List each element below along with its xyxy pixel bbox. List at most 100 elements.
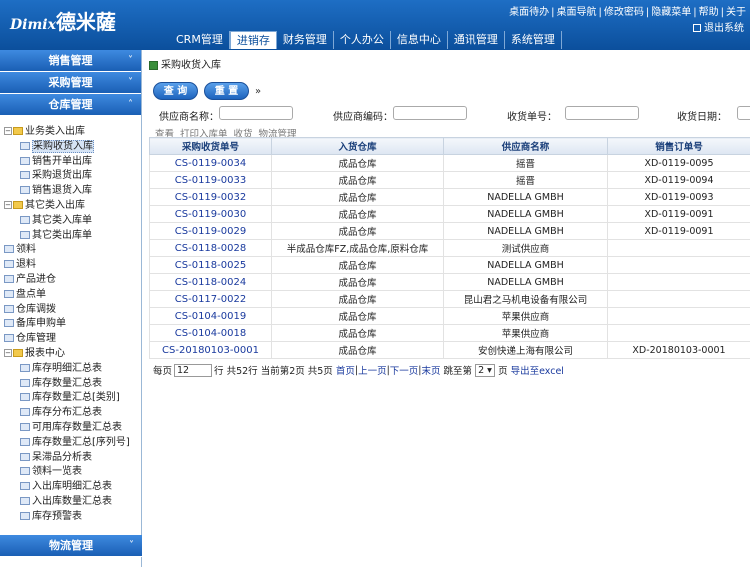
nav-tab[interactable]: CRM管理 (170, 31, 230, 49)
tree-item-label: 库存预警表 (32, 510, 82, 522)
table-row[interactable]: CS-0119-0033 成品仓库 摇晋 XD-0119-0094 (149, 171, 750, 189)
expand-filters-icon[interactable]: » (255, 86, 261, 97)
tree-item[interactable]: 产品进仓 (4, 273, 140, 288)
receipt-number-link[interactable]: CS-0104-0018 (149, 324, 272, 342)
receipt-number-link[interactable]: CS-0118-0025 (149, 256, 272, 274)
table-row[interactable]: CS-20180103-0001 成品仓库 安创快递上海有限公司 XD-2018010… (149, 341, 750, 359)
receipt-no-input[interactable] (565, 106, 639, 120)
sidebar-section[interactable]: 销售管理 ˅ (0, 50, 141, 72)
query-button[interactable]: 查 询 (153, 82, 198, 100)
table-cell (607, 273, 750, 291)
first-page-link[interactable]: 首页 (336, 363, 355, 377)
table-row[interactable]: CS-0118-0025 成品仓库 NADELLA GMBH (149, 256, 750, 274)
tree-item[interactable]: 库存数量汇总[序列号] (4, 436, 140, 451)
document-icon (20, 186, 30, 195)
tree-item[interactable]: 仓库调拨 (4, 303, 140, 318)
table-row[interactable]: CS-0118-0028 半成品仓库FZ,成品仓库,原料仓库 测试供应商 (149, 239, 750, 257)
tree-item[interactable]: 入出库明细汇总表 (4, 480, 140, 495)
tree-item[interactable]: − 业务类入出库 (4, 125, 140, 140)
tree-item[interactable]: 领料一览表 (4, 465, 140, 480)
column-header[interactable]: 供应商名称 (443, 137, 608, 155)
collapse-icon[interactable]: − (4, 127, 12, 135)
receipt-number-link[interactable]: CS-0118-0028 (149, 239, 272, 257)
column-header[interactable]: 采购收货单号 (149, 137, 272, 155)
table-cell: XD-0119-0094 (607, 171, 750, 189)
tree-item[interactable]: 呆滞品分析表 (4, 451, 140, 466)
tree-item[interactable]: 仓库管理 (4, 332, 140, 347)
document-icon (20, 511, 30, 520)
tree-item[interactable]: 领料 (4, 243, 140, 258)
nav-tab[interactable]: 财务管理 (277, 31, 334, 49)
tree-item[interactable]: 库存预警表 (4, 510, 140, 525)
collapse-icon[interactable]: − (4, 348, 12, 357)
collapse-icon[interactable]: − (4, 200, 12, 209)
table-row[interactable]: CS-0118-0024 成品仓库 NADELLA GMBH (149, 273, 750, 291)
sidebar-section-logistics[interactable]: 物流管理 ˅ (0, 535, 142, 557)
receipt-number-link[interactable]: CS-0119-0033 (149, 171, 272, 189)
top-link[interactable]: 帮助 (699, 7, 719, 18)
prev-page-link[interactable]: 上一页 (358, 363, 387, 377)
supplier-name-input[interactable] (219, 106, 293, 120)
nav-tab[interactable]: 进销存 (229, 31, 277, 49)
table-row[interactable]: CS-0119-0029 成品仓库 NADELLA GMBH XD-0119-0091 (149, 222, 750, 240)
receipt-number-link[interactable]: CS-0119-0029 (149, 222, 272, 240)
table-row[interactable]: CS-0117-0022 成品仓库 昆山君之马机电设备有限公司 (149, 290, 750, 308)
column-header[interactable]: 销售订单号 (607, 137, 750, 155)
page-unit: 页 (498, 366, 508, 377)
top-link[interactable]: 隐藏菜单 (651, 7, 691, 18)
sidebar-section[interactable]: 仓库管理 ˄ (0, 94, 141, 116)
receipt-number-link[interactable]: CS-20180103-0001 (149, 341, 272, 359)
logout-icon (693, 24, 701, 32)
reset-button[interactable]: 重 置 (204, 82, 249, 100)
tree-item[interactable]: 库存数量汇总表 (4, 377, 140, 392)
tree-item[interactable]: 其它类入库单 (4, 214, 140, 229)
export-excel-link[interactable]: 导出至excel (511, 363, 564, 377)
tree-item[interactable]: 库存数量汇总[类别] (4, 391, 140, 406)
receipt-number-link[interactable]: CS-0117-0022 (149, 290, 272, 308)
column-header[interactable]: 入货仓库 (271, 137, 444, 155)
receipt-number-link[interactable]: CS-0119-0034 (149, 154, 272, 172)
document-icon (20, 422, 30, 431)
tree-item[interactable]: − 报表中心 (4, 347, 140, 362)
receipt-number-link[interactable]: CS-0118-0024 (149, 273, 272, 291)
receipt-date-input[interactable] (737, 106, 750, 120)
top-link[interactable]: 关于 (726, 7, 746, 18)
top-link[interactable]: 桌面待办 (509, 7, 549, 18)
tree-item[interactable]: 采购收货入库 (4, 139, 140, 155)
tree-item[interactable]: 可用库存数量汇总表 (4, 421, 140, 436)
table-row[interactable]: CS-0119-0034 成品仓库 摇晋 XD-0119-0095 (149, 154, 750, 172)
tree-item[interactable]: 退料 (4, 258, 140, 273)
tree-item[interactable]: − 其它类入出库 (4, 199, 140, 214)
top-link[interactable]: 修改密码 (604, 7, 644, 18)
receipt-number-link[interactable]: CS-0119-0032 (149, 188, 272, 206)
table-cell: NADELLA GMBH (443, 205, 608, 223)
table-row[interactable]: CS-0104-0019 成品仓库 苹果供应商 (149, 307, 750, 325)
top-link[interactable]: 桌面导航 (557, 7, 597, 18)
tree-item[interactable]: 其它类出库单 (4, 229, 140, 244)
table-row[interactable]: CS-0119-0030 成品仓库 NADELLA GMBH XD-0119-0091 (149, 205, 750, 223)
tree-item[interactable]: 库存明细汇总表 (4, 362, 140, 377)
nav-tab[interactable]: 信息中心 (391, 31, 448, 49)
sidebar-section[interactable]: 采购管理 ˅ (0, 72, 141, 94)
page-select[interactable]: 2 ▾ (475, 363, 496, 377)
receipt-number-link[interactable]: CS-0119-0030 (149, 205, 272, 223)
table-row[interactable]: CS-0104-0018 成品仓库 苹果供应商 (149, 324, 750, 342)
per-page-input[interactable]: 12 (174, 363, 213, 377)
link-separator: | (720, 7, 724, 18)
tree-item[interactable]: 销售开单出库 (4, 155, 140, 170)
supplier-code-input[interactable] (393, 106, 467, 120)
receipt-number-link[interactable]: CS-0104-0019 (149, 307, 272, 325)
next-page-link[interactable]: 下一页 (390, 363, 419, 377)
nav-tab[interactable]: 系统管理 (505, 31, 562, 49)
tree-item[interactable]: 采购退货出库 (4, 169, 140, 184)
tree-item[interactable]: 盘点单 (4, 288, 140, 303)
logout-button[interactable]: 退出系统 (693, 19, 744, 34)
nav-tab[interactable]: 个人办公 (334, 31, 391, 49)
tree-item[interactable]: 入出库数量汇总表 (4, 495, 140, 510)
nav-tab[interactable]: 通讯管理 (448, 31, 505, 49)
tree-item[interactable]: 销售退货入库 (4, 184, 140, 199)
table-row[interactable]: CS-0119-0032 成品仓库 NADELLA GMBH XD-0119-0093 (149, 188, 750, 206)
tree-item[interactable]: 备库申购单 (4, 317, 140, 332)
last-page-link[interactable]: 末页 (422, 363, 441, 377)
tree-item[interactable]: 库存分布汇总表 (4, 406, 140, 421)
